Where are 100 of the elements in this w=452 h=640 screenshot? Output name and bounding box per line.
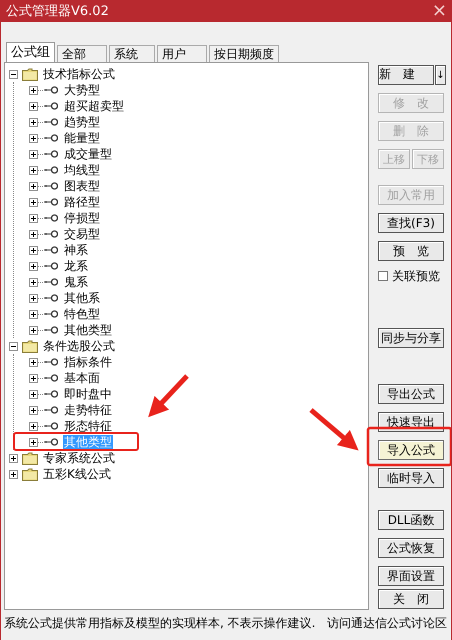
tree-item[interactable]: 龙系	[63, 259, 89, 273]
dropdown-button[interactable]: ↓	[435, 65, 446, 85]
action-button[interactable]: 导出公式	[378, 384, 444, 404]
key-icon	[44, 118, 58, 126]
folder-icon	[22, 340, 38, 352]
expand-icon[interactable]	[29, 182, 38, 190]
expand-icon[interactable]	[29, 246, 38, 254]
tree-item[interactable]: 其他类型	[63, 323, 113, 337]
status-text: 系统公式提供常用指标及模型的实现样本, 不表示操作建议.	[4, 614, 316, 632]
key-icon	[44, 294, 58, 302]
expand-icon[interactable]	[29, 310, 38, 318]
tree-item[interactable]: 均线型	[63, 163, 101, 177]
action-button[interactable]: 界面设置	[378, 566, 444, 586]
collapse-icon[interactable]	[9, 342, 18, 350]
tree-item[interactable]: 指标条件	[63, 355, 113, 369]
action-button[interactable]: 同步与分享	[378, 328, 444, 348]
tab[interactable]: 系统	[109, 45, 155, 62]
tab[interactable]: 用户	[157, 45, 207, 62]
expand-icon[interactable]	[29, 198, 38, 206]
expand-icon[interactable]	[29, 230, 38, 238]
expand-icon[interactable]	[29, 294, 38, 302]
tree-item[interactable]: 条件选股公式	[42, 339, 116, 353]
tree-item[interactable]: 成交量型	[63, 147, 113, 161]
expand-icon[interactable]	[29, 438, 38, 446]
checkbox[interactable]	[378, 271, 388, 281]
tab[interactable]: 按日期频度	[209, 45, 279, 62]
key-icon	[44, 422, 58, 430]
new-button[interactable]: 新 建	[378, 65, 434, 85]
tree-item[interactable]: 特色型	[63, 307, 101, 321]
key-icon	[44, 182, 58, 190]
folder-icon	[22, 468, 38, 480]
expand-icon[interactable]	[29, 86, 38, 94]
key-icon	[44, 230, 58, 238]
expand-icon[interactable]	[29, 358, 38, 366]
expand-icon[interactable]	[29, 262, 38, 270]
expand-icon[interactable]	[29, 214, 38, 222]
key-icon	[44, 438, 58, 446]
key-icon	[44, 406, 58, 414]
expand-icon[interactable]	[29, 166, 38, 174]
key-icon	[44, 358, 58, 366]
expand-icon[interactable]	[29, 390, 38, 398]
tree-item[interactable]: 鬼系	[63, 275, 89, 289]
action-button[interactable]: 查找(F3)	[378, 213, 444, 233]
key-icon	[44, 390, 58, 398]
tree-item[interactable]: 其他系	[63, 291, 101, 305]
checkbox-label: 关联预览	[392, 268, 440, 284]
tree-item[interactable]: 停损型	[63, 211, 101, 225]
window-title: 公式管理器V6.02	[6, 3, 109, 20]
key-icon	[44, 310, 58, 318]
key-icon	[44, 214, 58, 222]
forum-link[interactable]: 访问通达信公式讨论区	[327, 614, 447, 632]
key-icon	[44, 102, 58, 110]
expand-icon[interactable]	[29, 134, 38, 142]
tree-item[interactable]: 五彩K线公式	[42, 467, 112, 481]
tab[interactable]: 全部	[57, 45, 107, 62]
action-button[interactable]: 导入公式	[378, 440, 444, 460]
tree-item[interactable]: 路径型	[63, 195, 101, 209]
tree-item[interactable]: 基本面	[63, 371, 101, 385]
collapse-icon[interactable]	[9, 70, 18, 78]
expand-icon[interactable]	[29, 118, 38, 126]
tree-item[interactable]: 走势特征	[63, 403, 113, 417]
expand-icon[interactable]	[29, 374, 38, 382]
tree-item[interactable]: 趋势型	[63, 115, 101, 129]
key-icon	[44, 166, 58, 174]
annotation-arrow	[309, 408, 359, 450]
key-icon	[44, 198, 58, 206]
tree-item[interactable]: 超买超卖型	[63, 99, 125, 113]
key-icon	[44, 150, 58, 158]
expand-icon[interactable]	[29, 326, 38, 334]
expand-icon[interactable]	[29, 150, 38, 158]
tab[interactable]: 公式组	[6, 42, 55, 62]
action-button[interactable]: DLL函数	[378, 510, 444, 530]
tree-item[interactable]: 即时盘中	[63, 387, 113, 401]
expand-icon[interactable]	[29, 422, 38, 430]
expand-icon[interactable]	[9, 454, 18, 462]
tree-item[interactable]: 技术指标公式	[42, 67, 116, 81]
tree-item[interactable]: 图表型	[63, 179, 101, 193]
key-icon	[44, 278, 58, 286]
annotation-arrow	[148, 374, 189, 418]
tree-item[interactable]: 大势型	[63, 83, 101, 97]
expand-icon[interactable]	[29, 278, 38, 286]
action-button[interactable]: 公式恢复	[378, 538, 444, 558]
expand-icon[interactable]	[29, 102, 38, 110]
close-button[interactable]: ×	[432, 2, 447, 20]
action-button[interactable]: 临时导入	[378, 468, 444, 488]
tree-item[interactable]: 形态特征	[63, 419, 113, 433]
tree-item[interactable]: 神系	[63, 243, 89, 257]
action-button[interactable]: 关 闭	[378, 589, 444, 609]
folder-icon	[22, 68, 38, 80]
expand-icon[interactable]	[29, 406, 38, 414]
key-icon	[44, 246, 58, 254]
action-button[interactable]: 预 览	[378, 241, 444, 261]
tree-item[interactable]: 能量型	[63, 131, 101, 145]
tree-item[interactable]: 专家系统公式	[42, 451, 116, 465]
expand-icon[interactable]	[9, 470, 18, 478]
key-icon	[44, 86, 58, 94]
tree-item[interactable]: 交易型	[63, 227, 101, 241]
key-icon	[44, 134, 58, 142]
key-icon	[44, 326, 58, 334]
key-icon	[44, 262, 58, 270]
